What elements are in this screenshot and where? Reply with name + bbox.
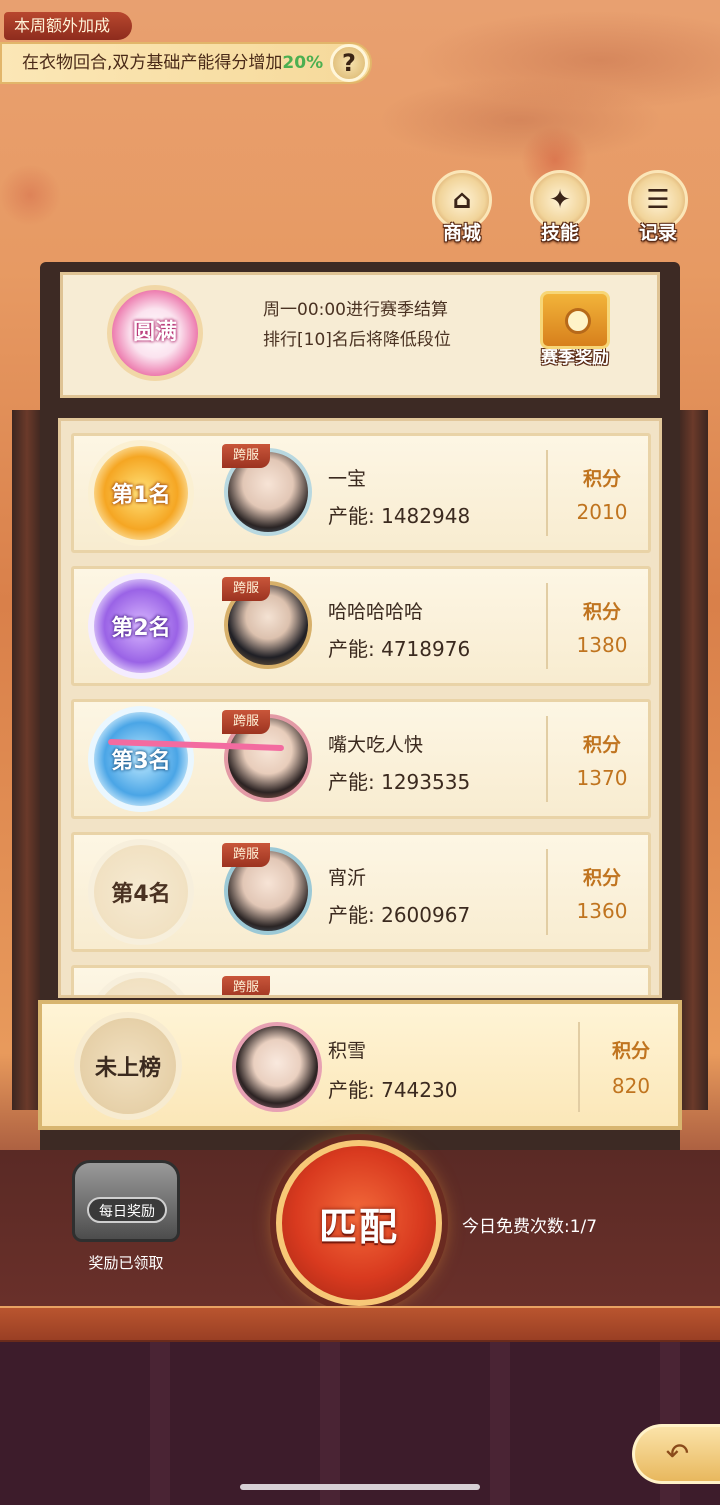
player-power-prefix: 产能: [328, 504, 382, 528]
season-tier-badge: 圆满 [107, 285, 203, 381]
daily-reward-status: 奖励已领取 [88, 1254, 164, 1272]
my-power: 产能: 744230 [328, 1074, 457, 1103]
treasure-chest-icon [540, 291, 610, 349]
season-info: 周一00:00进行赛季结算 排行[10]名后将降低段位 [263, 295, 451, 355]
score-value: 1360 [576, 899, 628, 923]
cross-server-tag: 跨服 [222, 843, 270, 867]
player-power: 产能: 4718976 [328, 633, 470, 662]
score-value: 2010 [576, 500, 628, 524]
my-power-prefix: 产能: [328, 1078, 382, 1102]
record-button[interactable]: ☰ 记录 [620, 170, 696, 248]
player-power-value: 1293535 [381, 770, 471, 794]
cross-server-tag: 跨服 [222, 577, 270, 601]
home-indicator[interactable] [240, 1484, 480, 1490]
player-power-prefix: 产能: [328, 770, 382, 794]
player-power-value: 2600967 [381, 903, 471, 927]
shop-button[interactable]: ⌂ 商城 [424, 170, 500, 248]
player-name: 一宝 [328, 468, 367, 490]
score-label: 积分 [582, 867, 621, 889]
rank-row-partial[interactable]: 跨服 [71, 965, 651, 995]
player-power-value: 4718976 [381, 637, 471, 661]
back-button[interactable]: ↶ [632, 1424, 720, 1484]
rank-medal-blue: 第3名 [94, 712, 188, 806]
player-power-prefix: 产能: [328, 637, 382, 661]
score-value: 1380 [576, 633, 628, 657]
record-label: 记录 [638, 222, 677, 244]
score-value: 1370 [576, 766, 628, 790]
score-label: 积分 [582, 601, 621, 623]
my-score-label: 积分 [611, 1040, 650, 1062]
daily-reward-label: 每日奖励 [87, 1197, 167, 1223]
rank-medal-purple: 第2名 [94, 579, 188, 673]
player-power-prefix: 产能: [328, 903, 382, 927]
skill-label: 技能 [540, 222, 579, 244]
my-rank-medal: 未上榜 [80, 1018, 176, 1114]
score-label: 积分 [582, 734, 621, 756]
rank-medal-gold: 第1名 [94, 446, 188, 540]
my-power-value: 744230 [381, 1078, 458, 1102]
rank-row[interactable]: 第2名 跨服 哈哈哈哈哈 产能: 4718976 积分 1380 [71, 566, 651, 686]
season-header: 圆满 周一00:00进行赛季结算 排行[10]名后将降低段位 赛季奖励 [60, 272, 660, 398]
weekly-bonus-banner: 本周额外加成 在衣物回合,双方基础产能得分增加20% ? [0, 10, 372, 84]
right-pillar [678, 410, 708, 1110]
player-power: 产能: 1482948 [328, 500, 470, 529]
player-power-value: 1482948 [381, 504, 471, 528]
my-name: 积雪 [328, 1040, 367, 1062]
ornament-divider [0, 1306, 720, 1342]
rank-row[interactable]: 第1名 跨服 一宝 产能: 1482948 积分 2010 [71, 433, 651, 553]
player-power: 产能: 2600967 [328, 899, 470, 928]
rank-row[interactable]: 第3名 跨服 嘴大吃人快 产能: 1293535 积分 1370 [71, 699, 651, 819]
cross-server-tag: 跨服 [222, 444, 270, 468]
daily-reward-button[interactable]: 每日奖励 奖励已领取 [70, 1160, 182, 1284]
row-divider [546, 849, 548, 935]
floor-decoration [0, 1342, 720, 1505]
cross-server-tag: 跨服 [222, 710, 270, 734]
back-arrow-icon: ↶ [665, 1437, 690, 1470]
daily-reward-pot-icon: 每日奖励 [72, 1160, 180, 1242]
score-label: 积分 [582, 468, 621, 490]
weekly-bonus-description: 在衣物回合,双方基础产能得分增加 [22, 53, 283, 73]
player-name: 宵沂 [328, 867, 367, 889]
rank-medal-plain: 第4名 [94, 845, 188, 939]
season-tier-text: 圆满 [132, 320, 177, 345]
season-settlement-text: 周一00:00进行赛季结算 [263, 300, 448, 320]
row-divider [546, 583, 548, 669]
season-demotion-text: 排行[10]名后将降低段位 [263, 330, 451, 350]
ranking-list[interactable]: 第1名 跨服 一宝 产能: 1482948 积分 2010 第2名 跨服 哈哈哈… [58, 418, 662, 998]
player-power: 产能: 1293535 [328, 766, 470, 795]
match-button[interactable]: 匹配 [276, 1140, 442, 1306]
top-nav: ⌂ 商城 ✦ 技能 ☰ 记录 [424, 170, 696, 248]
player-name: 哈哈哈哈哈 [328, 601, 424, 623]
help-question-icon[interactable]: ? [330, 44, 368, 82]
row-divider [546, 450, 548, 536]
free-attempts-count: 今日免费次数:1/7 [462, 1217, 598, 1237]
row-divider [546, 716, 548, 802]
skill-button[interactable]: ✦ 技能 [522, 170, 598, 248]
player-name: 嘴大吃人快 [328, 734, 424, 756]
rank-row[interactable]: 第4名 跨服 宵沂 产能: 2600967 积分 1360 [71, 832, 651, 952]
shop-label: 商城 [442, 222, 481, 244]
row-divider [578, 1022, 580, 1112]
weekly-bonus-text: 在衣物回合,双方基础产能得分增加20% [0, 42, 372, 84]
season-reward-button[interactable]: 赛季奖励 [533, 291, 617, 368]
my-rank-row[interactable]: 未上榜 积雪 产能: 744230 积分 820 [38, 1000, 682, 1130]
weekly-bonus-tag: 本周额外加成 [4, 12, 133, 40]
my-score-value: 820 [611, 1074, 651, 1098]
my-avatar[interactable] [232, 1022, 322, 1112]
rank-medal-plain [94, 978, 188, 995]
cross-server-tag: 跨服 [222, 976, 270, 995]
weekly-bonus-percent: 20% [282, 53, 324, 73]
